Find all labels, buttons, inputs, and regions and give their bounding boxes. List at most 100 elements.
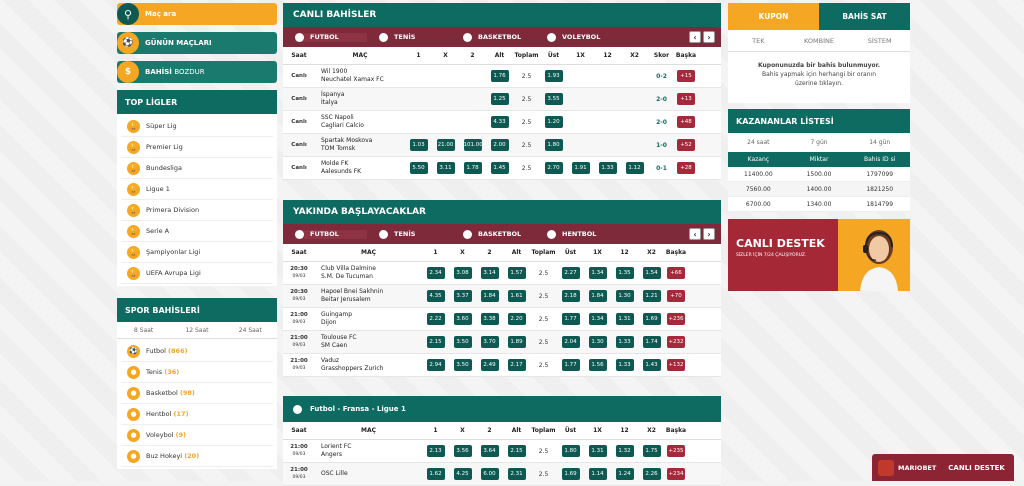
tab-12-saat[interactable]: 12 Saat xyxy=(170,327,223,334)
league-item[interactable]: 🏆 Bundesliga xyxy=(121,158,273,179)
more-bets-button[interactable]: +234 xyxy=(667,468,685,480)
more-bets-button[interactable]: +232 xyxy=(667,336,685,348)
odds-button[interactable]: 1.61 xyxy=(507,290,526,302)
match-teams[interactable]: Molde FK Aalesunds FK xyxy=(315,160,405,176)
sport-item-voleybol[interactable]: ● Voleybol (9) xyxy=(121,425,273,446)
odds-button[interactable]: 1.21 xyxy=(642,290,661,302)
league-item[interactable]: 🏆 Şampiyonlar Ligi xyxy=(121,242,273,263)
odds-button[interactable]: 3.14 xyxy=(480,267,499,279)
match-teams[interactable]: Hapoel Bnei Sakhnin Beitar Jerusalem xyxy=(315,288,422,304)
chevron-left-icon[interactable]: ‹ xyxy=(689,228,701,240)
tab-hentbol[interactable]: HENTBOL xyxy=(547,229,619,239)
odds-button[interactable]: 3.11 xyxy=(436,162,455,174)
league-item[interactable]: 🏆 Premier Lig xyxy=(121,137,273,158)
more-bets-button[interactable]: +236 xyxy=(667,313,685,325)
odds-button[interactable]: 1.80 xyxy=(544,139,563,151)
odds-button[interactable]: 2.49 xyxy=(480,359,499,371)
odds-button[interactable]: 21.00 xyxy=(436,139,455,151)
odds-button[interactable]: 4.33 xyxy=(490,116,509,128)
odds-button[interactable]: 2.00 xyxy=(490,139,509,151)
odds-button[interactable]: 1.32 xyxy=(615,445,634,457)
chevron-left-icon[interactable]: ‹ xyxy=(689,31,701,43)
tab-tenis[interactable]: TENİS xyxy=(379,229,451,239)
league-item[interactable]: 🏆 Ligue 1 xyxy=(121,179,273,200)
odds-button[interactable]: 1.80 xyxy=(561,445,580,457)
odds-button[interactable]: 3.64 xyxy=(480,445,499,457)
odds-button[interactable]: 3.56 xyxy=(453,445,472,457)
odds-button[interactable]: 1.31 xyxy=(588,445,607,457)
odds-button[interactable]: 1.84 xyxy=(480,290,499,302)
sport-item-hentbol[interactable]: ● Hentbol (17) xyxy=(121,404,273,425)
odds-button[interactable]: 3.70 xyxy=(480,336,499,348)
odds-button[interactable]: 1.43 xyxy=(642,359,661,371)
odds-button[interactable]: 6.00 xyxy=(480,468,499,480)
match-teams[interactable]: Spartak Moskova TOM Tomsk xyxy=(315,137,405,153)
odds-button[interactable]: 2.31 xyxy=(507,468,526,480)
odds-button[interactable]: 2.94 xyxy=(426,359,445,371)
odds-button[interactable]: 2.15 xyxy=(426,336,445,348)
more-bets-button[interactable]: +235 xyxy=(667,445,685,457)
odds-button[interactable]: 1.34 xyxy=(588,267,607,279)
tab-tek[interactable]: TEK xyxy=(728,37,789,45)
more-bets-button[interactable]: +52 xyxy=(677,139,695,151)
tab-kupon[interactable]: KUPON xyxy=(728,3,819,30)
canli-destek-button[interactable]: MARIOBET CANLI DESTEK xyxy=(872,454,1014,481)
odds-button[interactable]: 101.00 xyxy=(463,139,483,151)
odds-button[interactable]: 2.04 xyxy=(561,336,580,348)
odds-button[interactable]: 1.25 xyxy=(490,93,509,105)
tab-14-gun[interactable]: 14 gün xyxy=(849,139,910,146)
more-bets-button[interactable]: +70 xyxy=(667,290,685,302)
odds-button[interactable]: 1.77 xyxy=(561,359,580,371)
odds-button[interactable]: 2.34 xyxy=(426,267,445,279)
odds-button[interactable]: 1.69 xyxy=(642,313,661,325)
search-button[interactable]: ⚲ Maç ara xyxy=(117,3,277,25)
odds-button[interactable]: 1.56 xyxy=(588,359,607,371)
match-teams[interactable]: İspanya İtalya xyxy=(315,91,405,107)
odds-button[interactable]: 1.57 xyxy=(507,267,526,279)
odds-button[interactable]: 2.13 xyxy=(426,445,445,457)
odds-button[interactable]: 3.50 xyxy=(453,359,472,371)
odds-button[interactable]: 1.69 xyxy=(561,468,580,480)
odds-button[interactable]: 1.33 xyxy=(615,336,634,348)
match-teams[interactable]: OSC Lille xyxy=(315,470,422,478)
match-teams[interactable]: Vaduz Grasshoppers Zurich xyxy=(315,357,422,373)
odds-button[interactable]: 1.54 xyxy=(642,267,661,279)
odds-button[interactable]: 1.76 xyxy=(490,70,509,82)
odds-button[interactable]: 2.70 xyxy=(544,162,563,174)
tab-tenis[interactable]: TENİS xyxy=(379,32,451,42)
tab-voleybol[interactable]: VOLEYBOL xyxy=(547,32,619,42)
more-bets-button[interactable]: +66 xyxy=(667,267,685,279)
tab-24-saat[interactable]: 24 saat xyxy=(728,139,789,146)
league-item[interactable]: 🏆 Süper Lig xyxy=(121,116,273,137)
match-teams[interactable]: SSC Napoli Cagliari Calcio xyxy=(315,114,405,130)
odds-button[interactable]: 1.33 xyxy=(598,162,617,174)
odds-button[interactable]: 1.91 xyxy=(571,162,590,174)
odds-button[interactable]: 1.30 xyxy=(588,336,607,348)
odds-button[interactable]: 3.38 xyxy=(480,313,499,325)
odds-button[interactable]: 3.08 xyxy=(453,267,472,279)
chevron-right-icon[interactable]: › xyxy=(703,228,715,240)
odds-button[interactable]: 1.75 xyxy=(642,445,661,457)
match-teams[interactable]: Wil 1900 Neuchatel Xamax FC xyxy=(315,68,405,84)
odds-button[interactable]: 1.35 xyxy=(615,267,634,279)
odds-button[interactable]: 2.22 xyxy=(426,313,445,325)
odds-button[interactable]: 2.15 xyxy=(507,445,526,457)
chevron-right-icon[interactable]: › xyxy=(703,31,715,43)
odds-button[interactable]: 2.18 xyxy=(561,290,580,302)
odds-button[interactable]: 1.31 xyxy=(615,313,634,325)
odds-button[interactable]: 2.27 xyxy=(561,267,580,279)
odds-button[interactable]: 2.17 xyxy=(507,359,526,371)
league-item[interactable]: 🏆 UEFA Avrupa Ligi xyxy=(121,263,273,284)
odds-button[interactable]: 3.50 xyxy=(453,336,472,348)
odds-button[interactable]: 1.12 xyxy=(625,162,644,174)
odds-button[interactable]: 1.03 xyxy=(409,139,428,151)
odds-button[interactable]: 1.62 xyxy=(426,468,445,480)
match-teams[interactable]: Lorient FC Angers xyxy=(315,443,422,459)
league-item[interactable]: 🏆 Serie A xyxy=(121,221,273,242)
tab-bahis-sat[interactable]: BAHİS SAT xyxy=(819,3,910,30)
match-teams[interactable]: Toulouse FC SM Caen xyxy=(315,334,422,350)
odds-button[interactable]: 3.55 xyxy=(544,93,563,105)
tab-futbol[interactable]: FUTBOL xyxy=(295,229,367,239)
odds-button[interactable]: 4.35 xyxy=(426,290,445,302)
odds-button[interactable]: 1.45 xyxy=(490,162,509,174)
